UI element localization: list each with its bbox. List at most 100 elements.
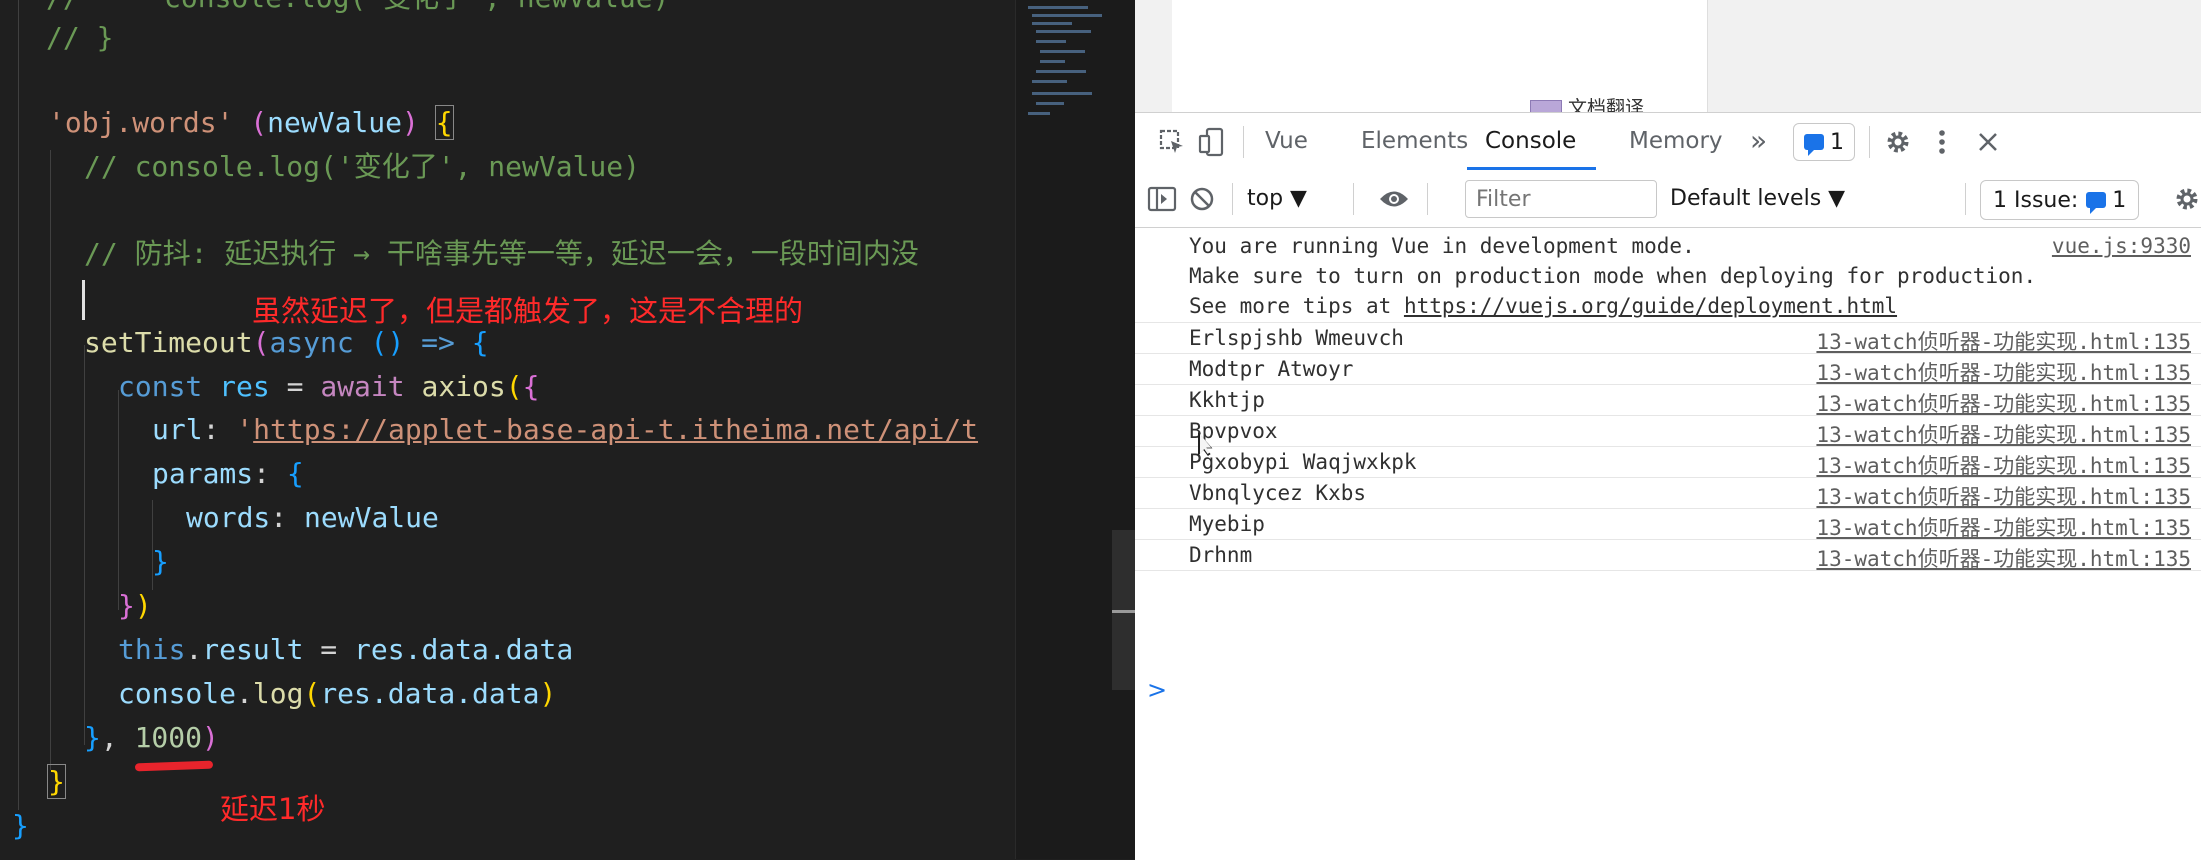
console-log-row: Myebip 13-watch侦听器-功能实现.html:135	[1135, 509, 2201, 540]
paren: )	[202, 721, 219, 754]
messages-badge[interactable]: 1	[1793, 123, 1855, 161]
brace: }	[47, 764, 66, 799]
log-message: Modtpr Atwoyr	[1189, 357, 1354, 381]
console-prompt[interactable]: >	[1147, 676, 1167, 704]
indent-guide	[84, 345, 85, 745]
console-output: You are running Vue in development mode.…	[1135, 228, 2201, 571]
watch-key: 'obj.words'	[48, 106, 234, 139]
paren: )	[402, 106, 419, 139]
console-log-row: Bpvpvox 13-watch侦听器-功能实现.html:135	[1135, 416, 2201, 447]
object: console	[118, 677, 237, 710]
indent-guide	[18, 0, 19, 810]
translate-button[interactable]: 文档翻译	[1530, 93, 1644, 112]
code-line: }, 1000)	[84, 721, 219, 754]
tab-console[interactable]: Console	[1467, 113, 1597, 170]
issues-button[interactable]: 1 Issue: 1	[1980, 180, 2140, 220]
minimap-line	[1028, 112, 1050, 115]
devtools-panel: Vue Elements Console Memory » 1 top ▼ Fi…	[1135, 112, 2201, 860]
source-link[interactable]: 13-watch侦听器-功能实现.html:135	[1816, 326, 2191, 356]
tab-memory[interactable]: Memory	[1629, 113, 1723, 169]
log-message: Pgxobypi Waqjwxkpk	[1189, 450, 1417, 474]
devtools-tabbar: Vue Elements Console Memory » 1	[1135, 113, 2201, 172]
source-link[interactable]: vue.js:9330	[2052, 231, 2191, 261]
device-toolbar-icon[interactable]	[1195, 125, 1229, 159]
code-line: params: {	[152, 457, 304, 490]
issues-label: 1 Issue:	[1993, 187, 2079, 213]
brace: {	[286, 457, 304, 490]
context-selector[interactable]: top ▼	[1247, 171, 1307, 227]
divider	[1243, 126, 1244, 158]
close-icon[interactable]	[1971, 125, 2005, 159]
console-log-row: Kkhtjp 13-watch侦听器-功能实现.html:135	[1135, 385, 2201, 416]
live-expression-eye-icon[interactable]	[1377, 182, 1411, 216]
source-link[interactable]: 13-watch侦听器-功能实现.html:135	[1816, 450, 2191, 480]
minimap-line	[1036, 30, 1091, 33]
source-link[interactable]: 13-watch侦听器-功能实现.html:135	[1816, 388, 2191, 418]
paren: (	[505, 370, 523, 403]
text-cursor	[82, 280, 85, 320]
issues-count: 1	[2112, 187, 2127, 213]
more-options-icon[interactable]	[1925, 125, 1959, 159]
tab-vue[interactable]: Vue	[1265, 113, 1308, 169]
property: params	[152, 457, 254, 490]
source-link[interactable]: 13-watch侦听器-功能实现.html:135	[1816, 419, 2191, 449]
code-line: // console.log('变化了', newValue)	[84, 150, 641, 183]
paren: )	[539, 677, 557, 710]
minimap-line	[1040, 50, 1085, 53]
console-settings-gear-icon[interactable]	[2170, 182, 2201, 216]
log-levels-dropdown[interactable]: Default levels ▼	[1670, 171, 1845, 227]
log-message: Erlspjshb Wmeuvch	[1189, 326, 1404, 350]
code-line: 'obj.words' (newValue) {	[48, 103, 454, 143]
keyword: await	[320, 370, 405, 403]
variable: res	[219, 370, 270, 403]
code-line: const res = await axios({	[118, 370, 540, 403]
source-link[interactable]: 13-watch侦听器-功能实现.html:135	[1816, 481, 2191, 511]
paren: (	[252, 326, 270, 359]
browser-pane: 文档翻译 Vue Elements Console Memory » 1 top…	[1135, 0, 2201, 860]
property: result	[202, 633, 304, 666]
brace: }	[12, 809, 29, 842]
settings-gear-icon[interactable]	[1881, 125, 1915, 159]
expression: res.data.data	[354, 633, 574, 666]
minimap-line	[1032, 22, 1072, 25]
inspect-element-icon[interactable]	[1155, 125, 1189, 159]
minimap-line	[1036, 102, 1064, 105]
brace: {	[434, 105, 454, 140]
code-line: }	[47, 762, 66, 802]
code-line: setTimeout(async () => {	[84, 323, 489, 363]
console-log-row: Vbnqlycez Kxbs 13-watch侦听器-功能实现.html:135	[1135, 478, 2201, 509]
filter-input[interactable]	[1465, 180, 1657, 218]
property: words	[186, 501, 271, 534]
paren: )	[134, 589, 152, 622]
code-line: url: 'https://applet-base-api-t.itheima.…	[152, 413, 979, 446]
code-line: // 防抖: 延迟执行 → 干啥事先等一等，延迟一会，一段时间内没	[84, 237, 919, 270]
minimap-line	[1032, 14, 1102, 17]
message-icon	[1804, 134, 1824, 156]
arrow: =>	[421, 326, 455, 359]
fn-name: axios	[421, 370, 506, 403]
source-link[interactable]: 13-watch侦听器-功能实现.html:135	[1816, 357, 2191, 387]
more-tabs-button[interactable]: »	[1750, 113, 1767, 169]
code-line: words: newValue	[186, 501, 439, 534]
scrollbar-marker	[1112, 610, 1135, 613]
fn-name: log	[252, 677, 304, 710]
source-link[interactable]: 13-watch侦听器-功能实现.html:135	[1816, 543, 2191, 573]
fn-name: setTimeout	[84, 326, 253, 359]
sidebar-toggle-icon[interactable]	[1145, 182, 1179, 216]
url-string[interactable]: https://applet-base-api-t.itheima.net/ap…	[253, 413, 978, 446]
code-line: }	[152, 542, 169, 582]
variable: newValue	[304, 501, 439, 534]
minimap[interactable]	[1015, 0, 1136, 859]
clear-console-icon[interactable]	[1185, 182, 1219, 216]
code-editor[interactable]: // console.log('变化了', newValue) // } 'ob…	[0, 0, 1015, 859]
minimap-line	[1032, 80, 1067, 83]
console-log-row: Modtpr Atwoyr 13-watch侦听器-功能实现.html:135	[1135, 354, 2201, 385]
code-line: // console.log('变化了', newValue)	[46, 0, 669, 18]
vue-notice-line: You are running Vue in development mode.	[1189, 234, 1695, 258]
deployment-link[interactable]: https://vuejs.org/guide/deployment.html	[1404, 294, 1897, 318]
source-link[interactable]: 13-watch侦听器-功能实现.html:135	[1816, 512, 2191, 542]
vue-notice: You are running Vue in development mode.…	[1189, 231, 2036, 321]
code-line: console.log(res.data.data)	[118, 677, 557, 710]
tab-elements[interactable]: Elements	[1361, 113, 1468, 169]
console-log-row: Pgxobypi Waqjwxkpk 13-watch侦听器-功能实现.html:…	[1135, 447, 2201, 478]
